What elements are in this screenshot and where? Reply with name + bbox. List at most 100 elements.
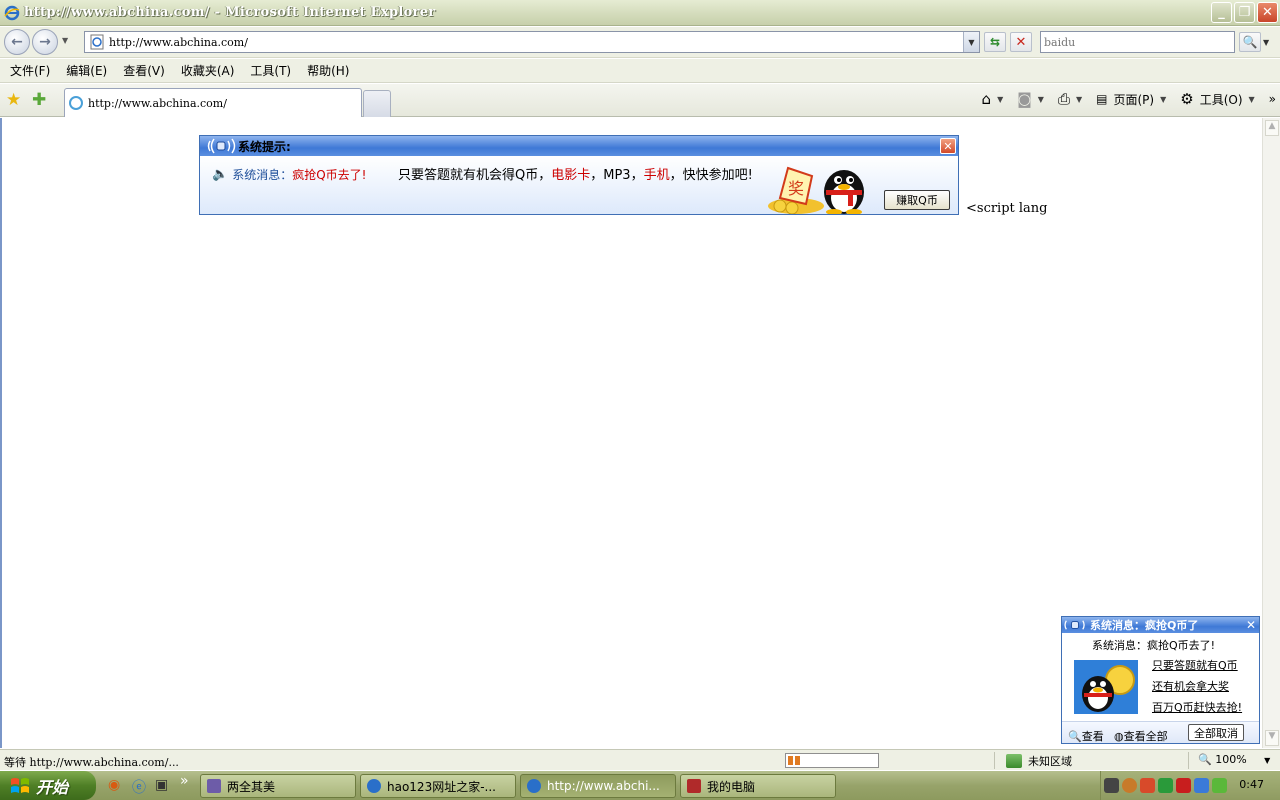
popup-header: 系统提示: ✕ — [200, 136, 958, 156]
quicklaunch-more-icon[interactable]: » — [180, 773, 189, 789]
vertical-scrollbar[interactable]: ▲ ▼ — [1262, 118, 1280, 748]
feeds-icon[interactable]: ◙ — [1017, 90, 1032, 108]
tools-gear-icon: ⚙ — [1180, 90, 1194, 108]
stop-icon: ✕ — [1015, 34, 1027, 50]
home-icon[interactable]: ⌂ — [982, 90, 992, 108]
start-button[interactable]: 开始 — [0, 771, 96, 800]
taskbar-item-4[interactable]: 我的电脑 — [680, 774, 836, 798]
loading-icon — [69, 96, 83, 110]
qq-tray-icon[interactable] — [1140, 778, 1155, 793]
view-all-label: 查看全部 — [1123, 730, 1168, 743]
feeds-dropdown[interactable]: ▼ — [1038, 95, 1044, 104]
page-menu-dropdown[interactable]: ▼ — [1160, 95, 1166, 104]
address-url[interactable]: http://www.abchina.com/ — [109, 36, 248, 49]
firefox-quicklaunch-icon[interactable]: ◉ — [108, 777, 120, 793]
keyboard-icon[interactable] — [1104, 778, 1119, 793]
taskbar-item-label: 我的电脑 — [707, 779, 756, 794]
popup-close-button[interactable]: ✕ — [940, 138, 956, 154]
new-tab-button[interactable] — [363, 90, 391, 117]
status-bar: 等待 http://www.abchina.com/... 未知区域 🔍 100… — [0, 749, 1280, 770]
menu-bar: 文件(F) 编辑(E) 查看(V) 收藏夹(A) 工具(T) 帮助(H) — [0, 59, 1280, 83]
zoom-dropdown-icon[interactable]: ▼ — [1264, 756, 1270, 765]
menu-favorites[interactable]: 收藏夹(A) — [175, 62, 241, 79]
taskbar-item-label: hao123网址之家-... — [387, 779, 496, 794]
menu-view[interactable]: 查看(V) — [117, 62, 171, 79]
cancel-all-button[interactable]: 全部取消 — [1188, 724, 1244, 741]
menu-help[interactable]: 帮助(H) — [301, 62, 355, 79]
notification-close-icon[interactable]: ✕ — [1246, 618, 1256, 632]
refresh-button[interactable]: ⇆ — [984, 32, 1006, 52]
notification-actions: 🔍查看 ◍查看全部 全部取消 — [1062, 721, 1259, 743]
taskbar-item-1[interactable]: 两全其美 — [200, 774, 356, 798]
main-text-highlight: 电影卡 — [551, 168, 591, 183]
scroll-down-icon[interactable]: ▼ — [1265, 730, 1279, 746]
search-options-dropdown[interactable]: ▼ — [1263, 38, 1269, 47]
tools-menu-dropdown[interactable]: ▼ — [1249, 95, 1255, 104]
desktop-quicklaunch-icon[interactable]: ▣ — [155, 777, 168, 793]
update-tray-icon[interactable] — [1212, 778, 1227, 793]
more-chevron-icon[interactable]: » — [1269, 92, 1276, 106]
print-icon[interactable]: ⎙ — [1058, 90, 1070, 108]
forward-button[interactable]: → — [32, 29, 58, 55]
page-menu-button[interactable]: 页面(P) — [1113, 91, 1154, 108]
page-menu-icon: ▤ — [1096, 92, 1108, 106]
taskbar-item-3[interactable]: http://www.abchi... — [520, 774, 676, 798]
recent-pages-dropdown[interactable]: ▼ — [62, 36, 68, 45]
refresh-icon: ⇆ — [989, 35, 1001, 49]
raw-script-text: <script lang — [966, 201, 1048, 216]
back-button[interactable]: ← — [4, 29, 30, 55]
progress-bar — [785, 753, 879, 768]
search-input[interactable]: baidu — [1040, 31, 1235, 53]
zoom-control[interactable]: 🔍 100% ▼ — [1198, 753, 1270, 766]
add-favorite-icon[interactable]: ✚ — [32, 90, 46, 110]
command-bar: ⌂ ▼ ◙ ▼ ⎙ ▼ ▤ 页面(P) ▼ ⚙ 工具(O) ▼ » — [982, 90, 1276, 108]
zone-icon — [1006, 754, 1022, 768]
status-divider — [994, 752, 995, 769]
security-zone[interactable]: 未知区域 — [1006, 753, 1072, 769]
taskbar-item-2[interactable]: hao123网址之家-... — [360, 774, 516, 798]
view-button[interactable]: 🔍查看 — [1068, 728, 1104, 744]
zone-label: 未知区域 — [1028, 755, 1072, 768]
popup-message: 🔈 系统消息： 疯抢Q币去了! — [212, 166, 366, 183]
main-text-part: ，MP3， — [590, 168, 644, 183]
windows-flag-icon — [11, 777, 29, 793]
menu-edit[interactable]: 编辑(E) — [60, 62, 113, 79]
tools-menu-button[interactable]: 工具(O) — [1200, 91, 1243, 108]
favorites-center-star-icon[interactable]: ★ — [6, 90, 21, 110]
network-tray-icon[interactable] — [1194, 778, 1209, 793]
view-all-button[interactable]: ◍查看全部 — [1114, 728, 1168, 744]
stop-button[interactable]: ✕ — [1010, 32, 1032, 52]
taskbar-item-label: http://www.abchi... — [547, 779, 660, 793]
address-row: ← → ▼ http://www.abchina.com/ ▼ ⇆ ✕ baid… — [0, 27, 1280, 58]
notification-link-3[interactable]: 百万Q币赶快去抢! — [1152, 699, 1242, 715]
address-dropdown-button[interactable]: ▼ — [963, 32, 979, 52]
tab-label: http://www.abchina.com/ — [88, 96, 227, 110]
tray-expand-icon[interactable] — [1122, 778, 1137, 793]
taskbar: 开始 ◉ ⓔ ▣ » 两全其美 hao123网址之家-... http://ww… — [0, 771, 1280, 800]
restore-button[interactable]: ❐ — [1234, 2, 1255, 23]
close-icon: ✕ — [1262, 5, 1273, 20]
print-dropdown[interactable]: ▼ — [1076, 95, 1082, 104]
prize-badge-text: 奖 — [788, 179, 804, 198]
menu-file[interactable]: 文件(F) — [4, 62, 56, 79]
minimize-button[interactable]: _ — [1211, 2, 1232, 23]
address-bar[interactable]: http://www.abchina.com/ ▼ — [84, 31, 980, 53]
window-controls: _ ❐ ✕ — [1211, 2, 1278, 23]
home-dropdown[interactable]: ▼ — [997, 95, 1003, 104]
ie-quicklaunch-icon[interactable]: ⓔ — [132, 777, 146, 797]
scroll-up-icon[interactable]: ▲ — [1265, 120, 1279, 136]
earn-qcoin-button[interactable]: 赚取Q币 — [884, 190, 950, 210]
status-text: 等待 http://www.abchina.com/... — [4, 756, 179, 769]
close-window-button[interactable]: ✕ — [1257, 2, 1278, 23]
notification-link-2[interactable]: 还有机会拿大奖 — [1152, 678, 1229, 694]
menu-tools[interactable]: 工具(T) — [244, 62, 297, 79]
tab-row: ★ ✚ http://www.abchina.com/ ⌂ ▼ ◙ ▼ ⎙ ▼ ▤ 页… — [0, 84, 1280, 117]
security-tray-icon[interactable] — [1158, 778, 1173, 793]
notification-link-1[interactable]: 只要答题就有Q币 — [1152, 657, 1238, 673]
magnifier-icon: 🔍 — [1068, 730, 1082, 743]
notification-subtitle: 系统消息：疯抢Q币去了! — [1092, 639, 1216, 652]
popup-body: 🔈 系统消息： 疯抢Q币去了! 只要答题就有机会得Q币，电影卡，MP3，手机，快… — [200, 156, 958, 214]
antivirus-tray-icon[interactable] — [1176, 778, 1191, 793]
search-button[interactable]: 🔍 — [1239, 32, 1261, 52]
tab-abchina[interactable]: http://www.abchina.com/ — [64, 88, 362, 117]
